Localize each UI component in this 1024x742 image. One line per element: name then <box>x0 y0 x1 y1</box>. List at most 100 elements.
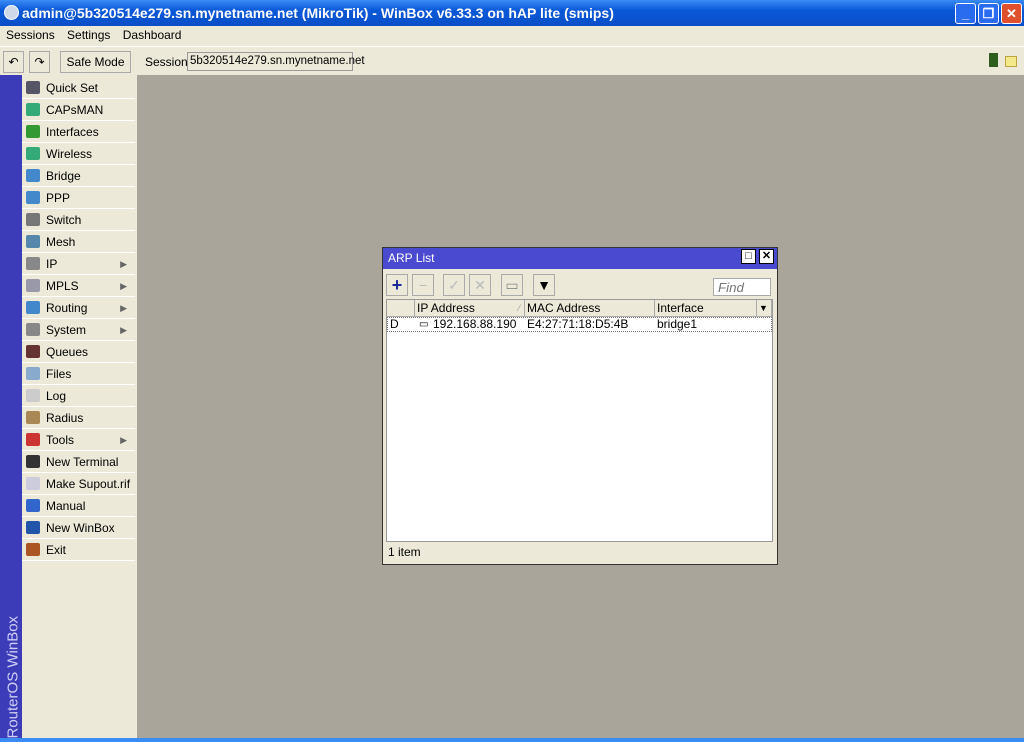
sidebar-item-wireless[interactable]: Wireless <box>22 143 135 165</box>
sidebar-item-bridge[interactable]: Bridge <box>22 165 135 187</box>
sidebar-item-label: New Terminal <box>46 455 119 469</box>
sidebar-item-label: Mesh <box>46 235 76 249</box>
sidebar-item-new-terminal[interactable]: New Terminal <box>22 451 135 473</box>
submenu-arrow-icon: ▶ <box>120 435 127 445</box>
sidebar-item-queues[interactable]: Queues <box>22 341 135 363</box>
submenu-arrow-icon: ▶ <box>120 303 127 313</box>
sidebar-item-mesh[interactable]: Mesh <box>22 231 135 253</box>
sidebar-item-label: Tools <box>46 433 75 447</box>
sidebar-item-radius[interactable]: Radius <box>22 407 135 429</box>
system-icon <box>26 323 40 336</box>
filter-button[interactable]: ▼ <box>533 274 555 296</box>
column-menu-button[interactable]: ▼ <box>757 300 772 317</box>
session-field[interactable]: 5b320514e279.sn.mynetname.net <box>187 52 365 71</box>
sidebar-item-mpls[interactable]: MPLS ▶ <box>22 275 135 297</box>
wireless-icon <box>26 147 40 160</box>
minus-icon: − <box>418 277 428 293</box>
capsman-icon <box>26 103 40 116</box>
enable-button[interactable]: ✓ <box>443 274 465 296</box>
toolbar: ↶ ↷ Safe Mode Session: 5b320514e279.sn.m… <box>0 46 1024 75</box>
menu-settings[interactable]: Settings <box>67 28 110 42</box>
sidebar-item-routing[interactable]: Routing ▶ <box>22 297 135 319</box>
redo-button[interactable]: ↷ <box>29 51 50 73</box>
sidebar-item-ppp[interactable]: PPP <box>22 187 135 209</box>
flag-cell: D <box>390 317 399 331</box>
safe-mode-button[interactable]: Safe Mode <box>60 51 131 73</box>
sidebar-item-new-winbox[interactable]: New WinBox <box>22 517 135 539</box>
sidebar-item-tools[interactable]: Tools ▶ <box>22 429 135 451</box>
comment-icon: ▭ <box>505 277 519 293</box>
header-label: IP Address <box>417 301 475 315</box>
sidebar-item-label: Quick Set <box>46 81 99 95</box>
column-header-interface[interactable]: Interface <box>655 300 757 317</box>
ip-cell: 192.168.88.190 <box>433 317 517 331</box>
title-bar: admin@5b320514e279.sn.mynetname.net (Mik… <box>0 0 1024 26</box>
comment-button[interactable]: ▭ <box>501 274 523 296</box>
sidebar-item-label: IP <box>46 257 58 271</box>
make-supout-rif-icon <box>26 477 40 490</box>
header-label: MAC Address <box>527 301 601 315</box>
undo-button[interactable]: ↶ <box>3 51 24 73</box>
sidebar-item-label: PPP <box>46 191 71 205</box>
arp-list-window: ARP List □ ✕ + − ✓ ✕ ▭ ▼ IP Address ⁄ MAC… <box>382 247 778 565</box>
disable-button[interactable]: ✕ <box>469 274 491 296</box>
flag-column-header[interactable] <box>387 300 415 317</box>
add-button[interactable]: + <box>386 274 408 296</box>
column-header-mac[interactable]: MAC Address <box>525 300 655 317</box>
sidebar-item-label: Files <box>46 367 72 381</box>
check-icon: ✓ <box>448 277 460 293</box>
sidebar-item-label: Log <box>46 389 67 403</box>
arp-close-button[interactable]: ✕ <box>759 249 774 264</box>
files-icon <box>26 367 40 380</box>
manual-icon <box>26 499 40 512</box>
sidebar-item-log[interactable]: Log <box>22 385 135 407</box>
ip-icon <box>26 257 40 270</box>
close-button[interactable]: ✕ <box>1001 3 1022 24</box>
sidebar-item-exit[interactable]: Exit <box>22 539 135 561</box>
sidebar-item-interfaces[interactable]: Interfaces <box>22 121 135 143</box>
sidebar-item-manual[interactable]: Manual <box>22 495 135 517</box>
status-count: 1 item <box>388 545 421 559</box>
submenu-arrow-icon: ▶ <box>120 259 127 269</box>
sidebar: Quick Set CAPsMAN Interfaces Wireless Bridge… <box>22 77 135 738</box>
sidebar-item-make-supout-rif[interactable]: Make Supout.rif <box>22 473 135 495</box>
submenu-arrow-icon: ▶ <box>120 281 127 291</box>
x-icon: ✕ <box>474 277 486 293</box>
lock-icon <box>1005 56 1017 67</box>
column-header-ip[interactable]: IP Address ⁄ <box>415 300 525 317</box>
sidebar-item-files[interactable]: Files <box>22 363 135 385</box>
minimize-button[interactable]: _ <box>955 3 976 24</box>
sidebar-item-label: MPLS <box>46 279 79 293</box>
new-winbox-icon <box>26 521 40 534</box>
sidebar-item-system[interactable]: System ▶ <box>22 319 135 341</box>
sidebar-item-quick-set[interactable]: Quick Set <box>22 77 135 99</box>
log-icon <box>26 389 40 402</box>
maximize-button[interactable]: □ <box>741 249 756 264</box>
arp-title: ARP List <box>388 251 435 265</box>
sidebar-item-label: Exit <box>46 543 67 557</box>
find-input[interactable] <box>713 278 771 296</box>
sidebar-item-label: Switch <box>46 213 82 227</box>
session-label: Session: <box>145 55 192 69</box>
sidebar-item-switch[interactable]: Switch <box>22 209 135 231</box>
status-indicator-icon <box>989 53 998 67</box>
bridge-icon <box>26 169 40 182</box>
mpls-icon <box>26 279 40 292</box>
sidebar-item-label: Wireless <box>46 147 93 161</box>
queues-icon <box>26 345 40 358</box>
arp-title-bar[interactable]: ARP List □ ✕ <box>383 248 777 269</box>
switch-icon <box>26 213 40 226</box>
radius-icon <box>26 411 40 424</box>
menu-sessions[interactable]: Sessions <box>6 28 55 42</box>
sidebar-item-ip[interactable]: IP ▶ <box>22 253 135 275</box>
sort-icon: ⁄ <box>518 303 520 313</box>
restore-button[interactable]: ❐ <box>978 3 999 24</box>
remove-button[interactable]: − <box>412 274 434 296</box>
sidebar-item-capsman[interactable]: CAPsMAN <box>22 99 135 121</box>
sidebar-item-label: Make Supout.rif <box>46 477 131 491</box>
mac-cell: E4:27:71:18:D5:4B <box>527 317 629 331</box>
plus-icon: + <box>391 275 403 295</box>
interfaces-icon <box>26 125 40 138</box>
sidebar-item-label: Radius <box>46 411 84 425</box>
menu-dashboard[interactable]: Dashboard <box>123 28 182 42</box>
